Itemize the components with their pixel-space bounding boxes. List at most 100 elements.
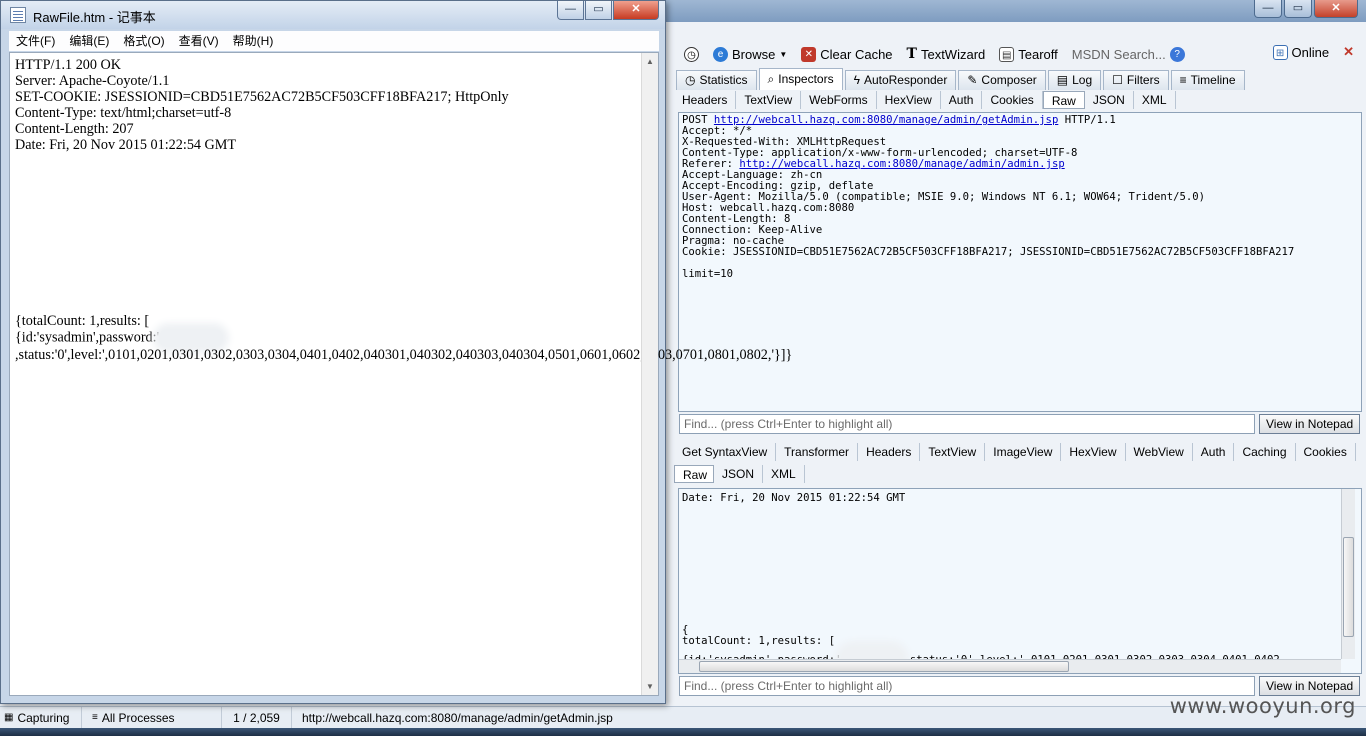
- redacted-password: [159, 329, 224, 347]
- tab-composer[interactable]: ✎ Composer: [958, 70, 1046, 90]
- msdn-search-label: MSDN Search...: [1071, 46, 1166, 62]
- online-label: Online: [1291, 44, 1330, 60]
- request-tab-raw[interactable]: Raw: [1042, 91, 1085, 109]
- response-horizontal-scrollbar[interactable]: [679, 659, 1341, 673]
- response-subtabstrip: Raw JSON XML: [674, 464, 805, 484]
- response-tab-cookies[interactable]: Cookies: [1296, 443, 1356, 461]
- tab-statistics[interactable]: ◷ Statistics: [676, 70, 757, 90]
- response-date-line: Date: Fri, 20 Nov 2015 01:22:54 GMT: [682, 492, 906, 504]
- fiddler-minimize-button[interactable]: —: [1254, 0, 1282, 18]
- menu-view[interactable]: 查看(V): [172, 31, 226, 51]
- capturing-label: Capturing: [17, 710, 70, 725]
- notepad-minimize-button[interactable]: —: [557, 1, 584, 20]
- textwizard-label: TextWizard: [920, 46, 986, 62]
- request-tab-cookies[interactable]: Cookies: [982, 91, 1043, 109]
- capturing-toggle[interactable]: ▦ Capturing: [0, 706, 82, 729]
- request-url-link[interactable]: http://webcall.hazq.com:8080/manage/admi…: [714, 114, 1058, 126]
- request-tabstrip: Headers TextView WebForms HexView Auth C…: [674, 90, 1176, 110]
- clear-cache-button[interactable]: ✕ Clear Cache: [801, 46, 893, 62]
- header-line: Content-Type: text/html;charset=utf-8: [15, 105, 232, 121]
- notepad-maximize-button[interactable]: ▭: [585, 1, 612, 20]
- response-tab-caching[interactable]: Caching: [1234, 443, 1296, 461]
- response-tab-json[interactable]: JSON: [714, 465, 764, 483]
- response-vscroll-thumb[interactable]: [1343, 537, 1354, 637]
- scroll-up-arrow-icon[interactable]: ▲: [642, 53, 658, 70]
- response-view-in-notepad-button[interactable]: View in Notepad: [1259, 676, 1361, 696]
- request-tab-auth[interactable]: Auth: [941, 91, 983, 109]
- request-tab-json[interactable]: JSON: [1085, 91, 1134, 109]
- fiddler-maximize-button[interactable]: ▭: [1284, 0, 1312, 18]
- watermark: www.wooyun.org: [1169, 694, 1356, 718]
- request-body: limit=10: [682, 268, 734, 280]
- status-url: http://webcall.hazq.com:8080/manage/admi…: [302, 710, 613, 725]
- browse-button[interactable]: e Browse ▼: [713, 46, 787, 62]
- close-online-icon[interactable]: ✕: [1343, 44, 1354, 60]
- tab-label: Log: [1072, 73, 1093, 87]
- response-tab-xml[interactable]: XML: [763, 465, 805, 483]
- header-line: Content-Length: 207: [15, 121, 134, 137]
- response-raw-pane[interactable]: Date: Fri, 20 Nov 2015 01:22:54 GMT { to…: [678, 488, 1362, 674]
- response-tab-auth[interactable]: Auth: [1193, 443, 1235, 461]
- header-line: Server: Apache-Coyote/1.1: [15, 73, 170, 89]
- tab-autoresponder[interactable]: ϟ AutoResponder: [844, 70, 957, 90]
- process-icon: ≡: [92, 711, 98, 723]
- dropdown-arrow-icon[interactable]: ▼: [779, 50, 787, 59]
- header-line: Date: Fri, 20 Nov 2015 01:22:54 GMT: [15, 137, 237, 153]
- response-tab-webview[interactable]: WebView: [1126, 443, 1193, 461]
- menu-help[interactable]: 帮助(H): [226, 31, 281, 51]
- response-find-input[interactable]: Find... (press Ctrl+Enter to highlight a…: [679, 676, 1255, 696]
- response-tab-raw[interactable]: Raw: [674, 465, 714, 483]
- notepad-title: RawFile.htm - 记事本: [33, 10, 156, 25]
- network-icon: ⊞: [1272, 44, 1288, 60]
- online-indicator[interactable]: ⊞ Online ✕: [1272, 44, 1354, 60]
- body-line: {id:'sysadmin',password:': [15, 329, 160, 346]
- request-find-input[interactable]: Find... (press Ctrl+Enter to highlight a…: [679, 414, 1255, 434]
- statistics-icon: ◷: [685, 73, 696, 87]
- tearoff-button[interactable]: ▤ Tearoff: [999, 46, 1058, 62]
- textwizard-button[interactable]: T TextWizard: [907, 46, 986, 62]
- request-findbar: Find... (press Ctrl+Enter to highlight a…: [679, 414, 1361, 435]
- request-view-in-notepad-button[interactable]: View in Notepad: [1259, 414, 1361, 434]
- response-tab-imageview[interactable]: ImageView: [985, 443, 1062, 461]
- status-bar: ▦ Capturing ≡ All Processes 1 / 2,059 http…: [0, 706, 1366, 729]
- process-filter-label: All Processes: [101, 710, 175, 725]
- help-icon[interactable]: ?: [1169, 46, 1185, 62]
- fiddler-close-button[interactable]: ✕: [1314, 0, 1358, 18]
- notepad-close-button[interactable]: ✕: [613, 1, 659, 20]
- tab-filters[interactable]: ☐ Filters: [1103, 70, 1169, 90]
- request-tab-xml[interactable]: XML: [1134, 91, 1176, 109]
- response-tab-hexview[interactable]: HexView: [1061, 443, 1126, 461]
- scroll-down-arrow-icon[interactable]: ▼: [642, 678, 658, 695]
- request-tab-hexview[interactable]: HexView: [877, 91, 941, 109]
- tearoff-icon: ▤: [999, 46, 1015, 62]
- response-line: totalCount: 1,results: [: [682, 635, 836, 647]
- response-tab-syntaxview[interactable]: Get SyntaxView: [674, 443, 777, 461]
- stopwatch-button[interactable]: ◷: [684, 46, 699, 62]
- tab-inspectors[interactable]: ⌕ Inspectors: [758, 68, 843, 90]
- request-tab-textview[interactable]: TextView: [736, 91, 802, 109]
- process-filter[interactable]: ≡ All Processes: [82, 706, 222, 729]
- menu-file[interactable]: 文件(F): [9, 31, 62, 51]
- msdn-search-input[interactable]: MSDN Search...?: [1071, 46, 1185, 62]
- tearoff-label: Tearoff: [1018, 46, 1058, 62]
- menu-edit[interactable]: 编辑(E): [62, 31, 116, 51]
- checkbox-icon: ☐: [1112, 73, 1123, 87]
- request-raw-pane[interactable]: POST http://webcall.hazq.com:8080/manage…: [678, 112, 1362, 412]
- request-tab-webforms[interactable]: WebForms: [801, 91, 877, 109]
- tab-log[interactable]: ▤ Log: [1047, 70, 1102, 90]
- response-vertical-scrollbar[interactable]: [1341, 489, 1355, 659]
- request-tab-headers[interactable]: Headers: [674, 91, 737, 109]
- response-hscroll-thumb[interactable]: [699, 661, 1069, 672]
- notepad-text-area[interactable]: HTTP/1.1 200 OK Server: Apache-Coyote/1.…: [9, 52, 792, 696]
- notepad-titlebar[interactable]: RawFile.htm - 记事本 — ▭ ✕: [1, 1, 665, 29]
- notepad-vertical-scrollbar[interactable]: ▲ ▼: [641, 53, 658, 695]
- response-tab-transformer[interactable]: Transformer: [776, 443, 859, 461]
- response-tab-headers[interactable]: Headers: [858, 443, 921, 461]
- notepad-app-icon: [10, 7, 26, 23]
- http-status-line: HTTP/1.1 200 OK: [15, 57, 122, 73]
- tab-timeline[interactable]: ≡ Timeline: [1170, 70, 1245, 90]
- timeline-icon: ≡: [1179, 73, 1187, 87]
- clear-cache-label: Clear Cache: [820, 46, 893, 62]
- response-tab-textview[interactable]: TextView: [920, 443, 986, 461]
- menu-format[interactable]: 格式(O): [116, 31, 171, 51]
